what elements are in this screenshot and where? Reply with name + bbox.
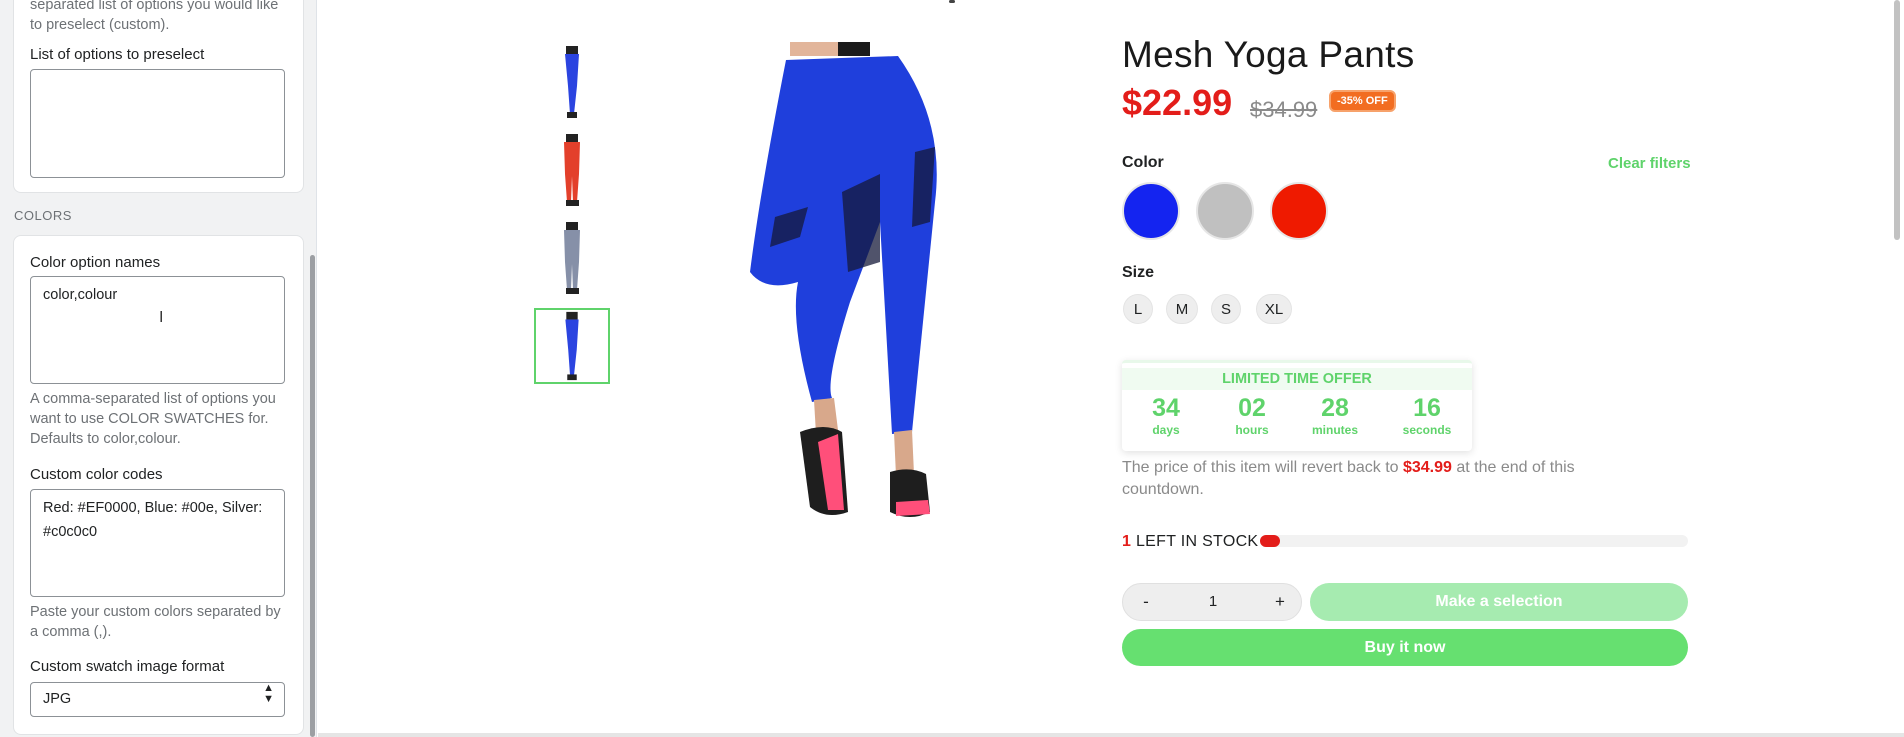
price-revert-notice: The price of this item will revert back … (1122, 457, 1632, 501)
countdown-days: 34 days (1131, 393, 1201, 437)
swatch-format-select[interactable]: JPG ▲ ▼ (30, 682, 285, 717)
resize-handle-top[interactable] (949, 0, 955, 3)
countdown-seconds-unit: seconds (1402, 423, 1452, 437)
revert-price: $34.99 (1402, 459, 1452, 476)
countdown-days-value: 34 (1152, 394, 1180, 422)
quantity-stepper: - 1 + (1122, 583, 1302, 621)
stock-bar-track (1260, 535, 1688, 547)
swatch-format-label: Custom swatch image format (30, 658, 225, 675)
limited-offer-box: LIMITED TIME OFFER 34 days 02 hours 28 m… (1122, 360, 1472, 451)
color-option-names-textarea[interactable]: color,colour (30, 276, 285, 384)
product-thumbnail-3[interactable] (534, 220, 610, 296)
thumbnail-image-1 (565, 46, 579, 118)
product-thumbnail-4-selected[interactable] (534, 308, 610, 384)
countdown-hours: 02 hours (1217, 393, 1287, 437)
text-cursor-icon: I (159, 309, 164, 326)
quantity-decrease-button[interactable]: - (1129, 584, 1163, 620)
product-thumbnail-2[interactable] (534, 132, 610, 208)
sale-price: $22.99 (1122, 82, 1233, 123)
color-swatch-silver[interactable] (1196, 182, 1254, 240)
thumbnail-image-4 (565, 311, 579, 381)
settings-scrollbar[interactable] (310, 255, 315, 737)
quantity-increase-button[interactable]: + (1263, 584, 1297, 620)
select-arrows-icon: ▲ ▼ (263, 682, 274, 705)
preselect-textarea[interactable] (30, 69, 285, 178)
countdown-hours-value: 02 (1238, 394, 1266, 422)
section-heading-colors: COLORS (14, 208, 72, 223)
preselect-card: separated list of options you would like… (13, 0, 304, 193)
make-selection-button[interactable]: Make a selection (1310, 583, 1688, 621)
product-main-image[interactable] (730, 42, 970, 520)
thumbnail-image-2 (564, 134, 580, 206)
color-swatch-red[interactable] (1270, 182, 1328, 240)
color-option-label: Color (1122, 154, 1164, 171)
colors-card: Color option names color,colour I A comm… (13, 235, 304, 735)
stock-count: 1 (1122, 533, 1132, 550)
offer-title: LIMITED TIME OFFER (1122, 368, 1472, 390)
quantity-input[interactable]: 1 (1183, 584, 1243, 620)
countdown-days-unit: days (1152, 423, 1180, 437)
size-option-label: Size (1122, 264, 1155, 281)
stock-bar-fill (1260, 535, 1280, 547)
product-thumbnail-1[interactable] (534, 44, 610, 120)
custom-color-codes-help: Paste your custom colors separated by a … (30, 604, 281, 640)
size-button-m[interactable]: M (1166, 294, 1198, 324)
countdown-minutes: 28 minutes (1300, 393, 1370, 437)
revert-text-before: The price of this item will revert back … (1122, 459, 1403, 476)
preselect-help-text: separated list of options you would like… (30, 0, 279, 33)
countdown-minutes-unit: minutes (1311, 423, 1358, 437)
clear-filters-link[interactable]: Clear filters (1608, 155, 1691, 172)
preselect-label: List of options to preselect (30, 46, 205, 63)
custom-color-codes-textarea[interactable]: Red: #EF0000, Blue: #00e, Silver: #c0c0c… (30, 489, 285, 597)
preview-bottom-border (318, 733, 1904, 737)
swatch-format-value: JPG (43, 691, 72, 707)
size-button-s[interactable]: S (1211, 294, 1241, 324)
thumbnail-image-3 (564, 222, 580, 294)
countdown-minutes-value: 28 (1321, 394, 1349, 422)
color-swatch-blue[interactable] (1122, 182, 1180, 240)
preview-scrollbar[interactable] (1894, 0, 1900, 240)
discount-badge: -35% OFF (1329, 90, 1396, 112)
color-option-names-help: A comma-separated list of options you wa… (30, 391, 276, 447)
countdown-hours-unit: hours (1235, 423, 1269, 437)
stock-label: LEFT IN STOCK (1131, 533, 1259, 550)
size-button-l[interactable]: L (1123, 294, 1153, 324)
compare-at-price: $34.99 (1250, 97, 1318, 122)
custom-color-codes-label: Custom color codes (30, 466, 163, 483)
stock-indicator: 1 LEFT IN STOCK (1122, 533, 1258, 551)
countdown-seconds: 16 seconds (1392, 393, 1462, 437)
buy-it-now-button[interactable]: Buy it now (1122, 629, 1688, 666)
size-button-xl[interactable]: XL (1256, 294, 1292, 324)
countdown-seconds-value: 16 (1413, 394, 1441, 422)
settings-panel: separated list of options you would like… (0, 0, 317, 737)
product-title: Mesh Yoga Pants (1122, 34, 1415, 75)
color-option-names-label: Color option names (30, 254, 161, 271)
